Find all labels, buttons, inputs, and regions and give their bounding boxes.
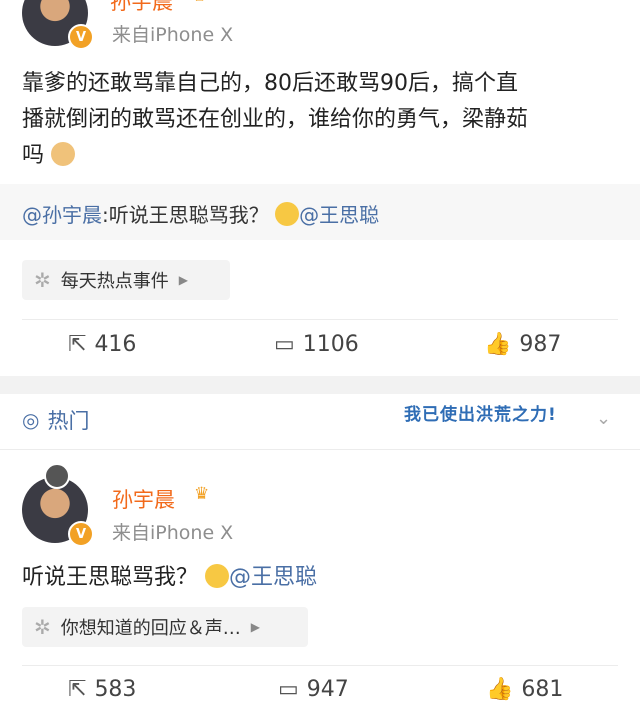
username[interactable]: 孙宇晨 (112, 484, 175, 514)
post-body-line: 吗 (22, 138, 622, 174)
post-body-line: 播就倒闭的敢骂还在创业的，谁给你的勇气，梁静茹 (22, 107, 529, 132)
post-body: 靠爹的还敢骂靠自己的，80后还敢骂90后，搞个直 播就倒闭的敢骂还在创业的，谁给… (22, 66, 622, 174)
arrow-right-icon: ▶ (250, 620, 260, 634)
repost-text: @孙宇晨:听说王思聪骂我？ @王思聪 (22, 199, 379, 228)
pinwheel-icon: ✲ (34, 615, 51, 639)
divider (22, 665, 618, 666)
doge-emoji-icon (51, 142, 76, 166)
repost-count: 583 (94, 677, 137, 702)
like-icon: 👍 (484, 332, 512, 357)
arrow-right-icon: ▶ (178, 273, 188, 287)
like-button[interactable]: 👍 681 (486, 677, 563, 702)
topic-pill[interactable]: ✲ 你想知道的回应＆声… ▶ (22, 607, 308, 647)
comment-button[interactable]: ▭ 947 (278, 677, 349, 702)
divider (0, 449, 640, 450)
post-source: 来自iPhone X (112, 24, 234, 46)
comment-icon: ▭ (274, 332, 295, 357)
post-body-text: 听说王思聪骂我？ (22, 565, 199, 590)
repost-box[interactable]: @孙宇晨:听说王思聪骂我？ @王思聪 (0, 184, 640, 240)
smile-emoji-icon (275, 202, 300, 226)
topic-pill[interactable]: ✲ 每天热点事件 ▶ (22, 260, 230, 300)
pinwheel-icon: ✲ (34, 268, 51, 292)
hot-label: 热门 (47, 409, 90, 433)
topic-label: 每天热点事件 (60, 271, 169, 292)
v-verified-icon: V (68, 521, 94, 547)
mention-link[interactable]: @孙宇晨 (22, 203, 102, 227)
comment-count: 1106 (302, 332, 359, 357)
post-body-line-end: 吗 (22, 143, 45, 168)
husky-pendant-icon (44, 463, 70, 489)
post-body: 听说王思聪骂我？ @王思聪 (22, 560, 317, 596)
hot-header[interactable]: ◎ 热门 (22, 405, 89, 435)
username[interactable]: 孙宇晨 (110, 0, 173, 16)
repost-icon: ⇱ (68, 332, 87, 357)
hot-icon: ◎ (22, 408, 40, 432)
section-gap (0, 376, 640, 394)
repost-button[interactable]: ⇱ 416 (68, 332, 136, 357)
like-button[interactable]: 👍 987 (484, 332, 561, 357)
like-icon: 👍 (486, 677, 514, 702)
crown-icon: ♛ (194, 484, 210, 504)
repost-count: 416 (94, 332, 137, 357)
chevron-down-icon[interactable]: ⌄ (596, 408, 611, 429)
like-count: 987 (519, 332, 562, 357)
mention-link[interactable]: @王思聪 (299, 203, 379, 227)
repost-button[interactable]: ⇱ 583 (68, 677, 136, 702)
divider (22, 319, 618, 320)
comment-icon: ▭ (278, 677, 299, 702)
topic-label: 你想知道的回应＆声… (60, 618, 241, 639)
sticker-text: 我已使出洪荒之力! (404, 405, 557, 425)
repost-content: :听说王思聪骂我？ (102, 203, 269, 227)
post-source: 来自iPhone X (112, 522, 234, 544)
smile-emoji-icon (205, 564, 230, 588)
like-count: 681 (521, 677, 564, 702)
v-verified-icon: V (68, 24, 94, 50)
comment-button[interactable]: ▭ 1106 (274, 332, 359, 357)
comment-count: 947 (306, 677, 349, 702)
crown-icon: ♛ (192, 0, 207, 6)
repost-icon: ⇱ (68, 677, 87, 702)
mention-link[interactable]: @王思聪 (229, 565, 317, 590)
post-body-line: 靠爹的还敢骂靠自己的，80后还敢骂90后，搞个直 (22, 71, 518, 96)
